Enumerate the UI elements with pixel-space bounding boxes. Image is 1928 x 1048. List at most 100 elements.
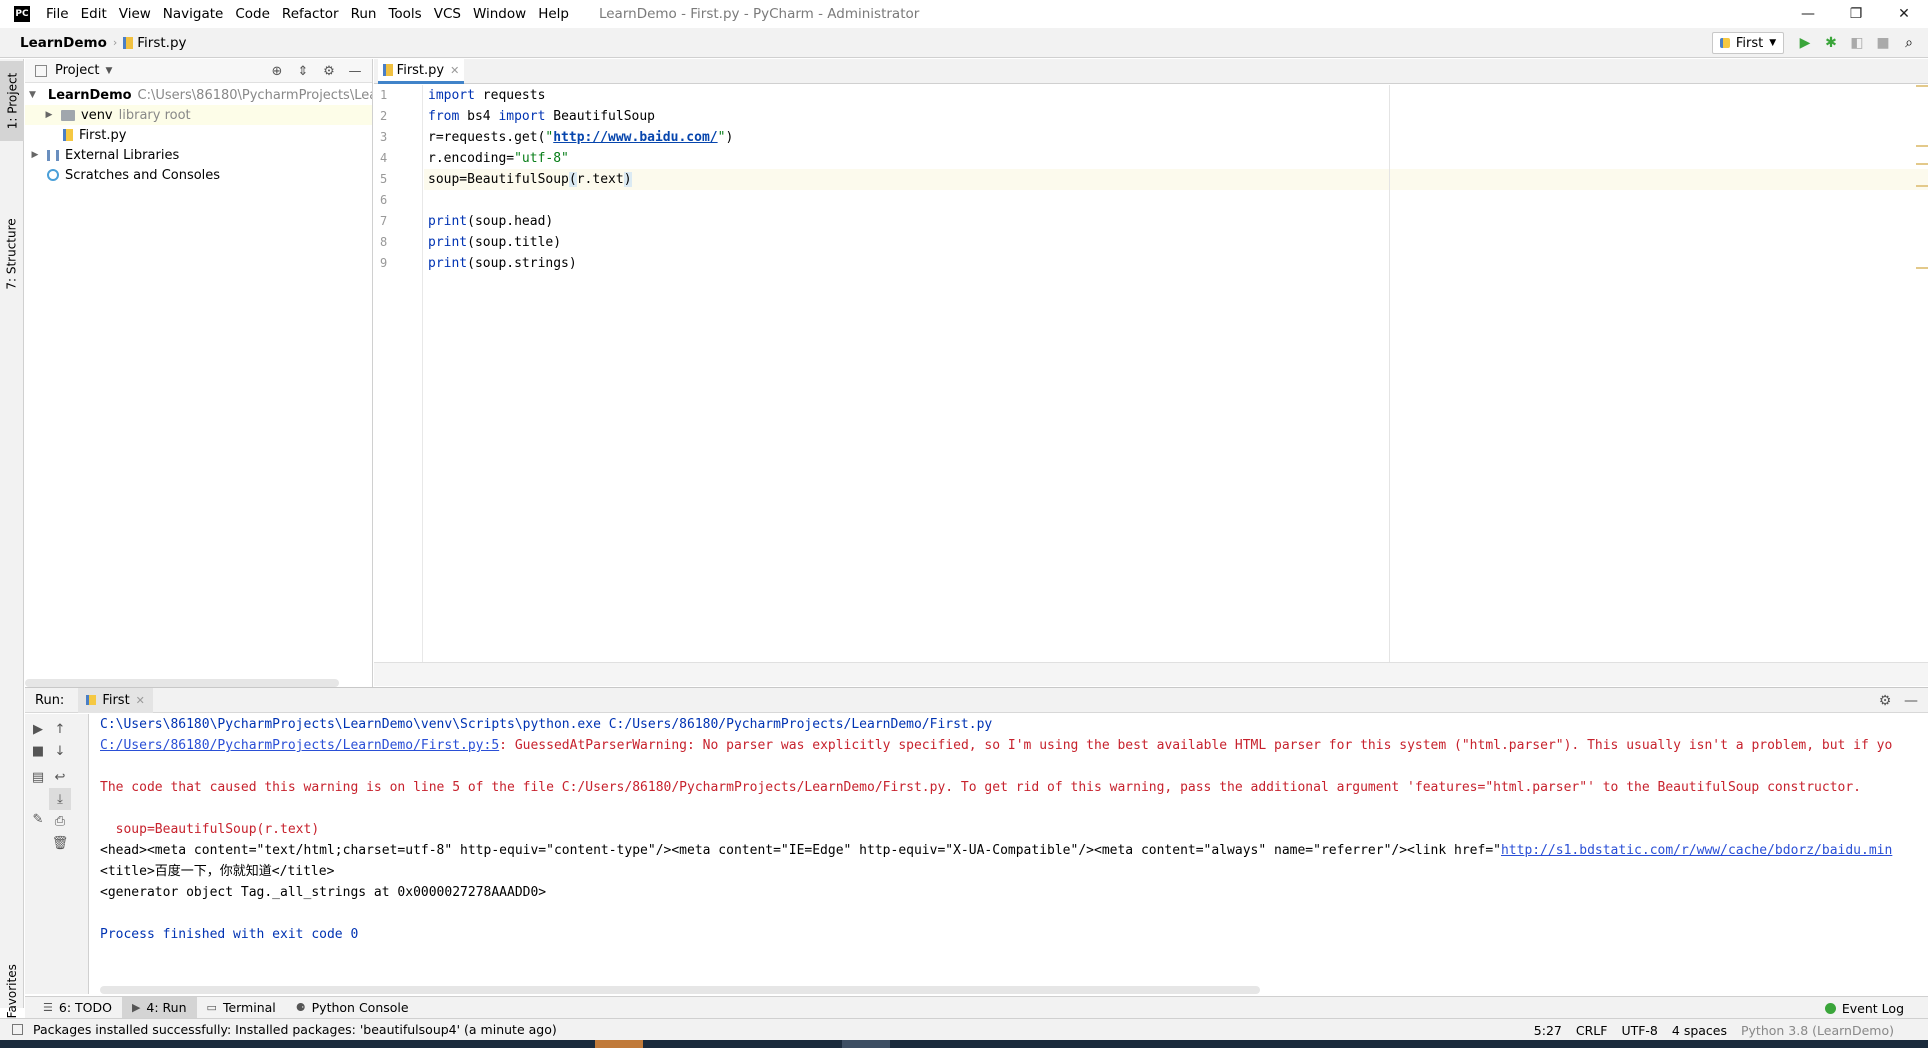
error-stripe-mark[interactable] <box>1916 185 1928 187</box>
code-line[interactable]: print(soup.head) <box>424 211 1928 232</box>
close-icon[interactable]: ✕ <box>136 694 145 707</box>
collapsed-arrow-icon[interactable]: ▶ <box>43 110 55 120</box>
breadcrumb-file[interactable]: First.py <box>137 35 186 51</box>
code-line[interactable] <box>424 190 1928 211</box>
expanded-arrow-icon[interactable]: ▼ <box>29 90 36 100</box>
scroll-to-end-icon[interactable]: ⤓ <box>49 788 71 810</box>
code-line[interactable]: from bs4 import BeautifulSoup <box>424 106 1928 127</box>
chevron-down-icon[interactable]: ▼ <box>105 66 112 76</box>
menu-tools[interactable]: Tools <box>382 0 427 28</box>
file-encoding[interactable]: UTF-8 <box>1621 1023 1657 1038</box>
code-text: (soup.strings) <box>467 256 577 271</box>
close-icon[interactable]: ✕ <box>450 64 459 77</box>
code-line[interactable]: r.encoding="utf-8" <box>424 148 1928 169</box>
run-configuration-select[interactable]: First ▼ <box>1712 32 1784 54</box>
code-text: requests <box>474 88 546 103</box>
tool-tab-todo[interactable]: ☰ 6: TODO <box>33 997 122 1019</box>
python-file-icon <box>382 64 393 76</box>
soft-wrap-icon[interactable]: ↩ <box>49 766 71 788</box>
scroll-up-icon[interactable]: ↑ <box>49 718 71 740</box>
tree-item-learndemo[interactable]: ▼ LearnDemo C:\Users\86180\PycharmProjec… <box>25 85 372 105</box>
tool-tab-python-console[interactable]: ⚈ Python Console <box>286 997 419 1019</box>
rerun-icon[interactable]: ▶ <box>27 718 49 740</box>
menu-file[interactable]: File <box>40 0 75 28</box>
code-line[interactable]: import requests <box>424 85 1928 106</box>
restore-button[interactable]: ❐ <box>1832 0 1880 28</box>
tree-item-label: venv <box>81 107 113 123</box>
tree-item-external-libraries[interactable]: ▶ External Libraries <box>25 145 372 165</box>
tree-item-venv[interactable]: ▶ venv library root <box>25 105 372 125</box>
collapsed-arrow-icon[interactable]: ▶ <box>29 150 41 160</box>
debug-icon[interactable]: ✱ <box>1818 35 1844 51</box>
minimize-button[interactable]: — <box>1784 0 1832 28</box>
run-icon[interactable]: ▶ <box>1792 35 1818 51</box>
console-output-line: <head><meta content="text/html;charset=u… <box>90 840 1928 861</box>
tree-item-path: C:\Users\86180\PycharmProjects\Learn <box>137 87 372 103</box>
code-editor[interactable]: import requests from bs4 import Beautifu… <box>424 85 1928 662</box>
menu-vcs[interactable]: VCS <box>428 0 467 28</box>
run-console[interactable]: C:\Users\86180\PycharmProjects\LearnDemo… <box>90 714 1928 994</box>
project-panel-title[interactable]: Project <box>55 63 99 78</box>
indent-setting[interactable]: 4 spaces <box>1672 1023 1727 1038</box>
breadcrumb-project[interactable]: LearnDemo <box>20 35 107 51</box>
taskbar-app[interactable] <box>842 1040 890 1048</box>
hide-panel-icon[interactable]: — <box>1898 693 1924 709</box>
error-stripe-mark[interactable] <box>1916 145 1928 147</box>
caret-position[interactable]: 5:27 <box>1534 1023 1562 1038</box>
url-literal[interactable]: http://www.baidu.com/ <box>553 130 717 145</box>
code-line[interactable]: r=requests.get("http://www.baidu.com/") <box>424 127 1928 148</box>
code-line[interactable]: print(soup.title) <box>424 232 1928 253</box>
keyword: import <box>498 109 546 124</box>
run-panel-tools: ⚙ — <box>1872 688 1924 714</box>
tool-tab-project[interactable]: 1: Project <box>0 61 24 141</box>
close-window-button[interactable]: ✕ <box>1880 0 1928 28</box>
menu-run[interactable]: Run <box>345 0 383 28</box>
stop-icon[interactable]: ■ <box>27 740 49 762</box>
console-file-link[interactable]: C:/Users/86180/PycharmProjects/LearnDemo… <box>100 738 499 753</box>
menu-code[interactable]: Code <box>229 0 276 28</box>
code-line-current[interactable]: soup=BeautifulSoup(r.text) <box>424 169 1928 190</box>
gear-icon[interactable]: ⚙ <box>1872 693 1898 709</box>
scroll-down-icon[interactable]: ↓ <box>49 740 71 762</box>
status-message[interactable]: Packages installed successfully: Install… <box>12 1022 557 1037</box>
menu-refactor[interactable]: Refactor <box>276 0 345 28</box>
tree-item-scratches[interactable]: Scratches and Consoles <box>25 165 372 185</box>
pin-icon[interactable]: ✎ <box>27 808 49 830</box>
code-line[interactable]: print(soup.strings) <box>424 253 1928 274</box>
menu-help[interactable]: Help <box>532 0 575 28</box>
gear-icon[interactable]: ⚙ <box>316 64 342 79</box>
taskbar-app-active[interactable] <box>595 1040 643 1048</box>
tool-tab-structure[interactable]: 7: Structure <box>0 209 24 299</box>
editor-tab-first-py[interactable]: First.py ✕ <box>378 59 464 84</box>
error-stripe-mark[interactable] <box>1916 85 1928 87</box>
menu-navigate[interactable]: Navigate <box>157 0 230 28</box>
error-stripe-mark[interactable] <box>1916 163 1928 165</box>
layout-icon[interactable]: ▤ <box>27 766 49 788</box>
event-log-button[interactable]: Event Log <box>1824 997 1904 1019</box>
console-horizontal-scrollbar[interactable] <box>100 986 1260 994</box>
search-icon[interactable]: ⌕ <box>1896 35 1922 51</box>
hide-panel-icon[interactable]: — <box>342 64 368 79</box>
menu-edit[interactable]: Edit <box>75 0 113 28</box>
line-separator[interactable]: CRLF <box>1576 1023 1608 1038</box>
print-icon[interactable]: ⎙ <box>49 810 71 832</box>
menu-view[interactable]: View <box>113 0 157 28</box>
project-horizontal-scrollbar[interactable] <box>25 679 339 687</box>
tree-item-first-py[interactable]: First.py <box>25 125 372 145</box>
editor-horizontal-scrollbar[interactable] <box>374 662 1928 686</box>
tool-tab-run[interactable]: ▶ 4: Run <box>121 996 197 1019</box>
menu-window[interactable]: Window <box>467 0 532 28</box>
trash-icon[interactable]: 🗑 <box>49 832 71 854</box>
run-tab-first[interactable]: First ✕ <box>78 687 153 713</box>
console-url-link[interactable]: http://s1.bdstatic.com/r/www/cache/bdorz… <box>1501 843 1892 858</box>
tool-tab-terminal[interactable]: ▭ Terminal <box>197 997 286 1019</box>
stop-icon[interactable]: ■ <box>1870 35 1896 51</box>
navigation-bar: LearnDemo › First.py First ▼ ▶ ✱ ◧ ■ ⌕ <box>0 28 1928 58</box>
error-stripe-mark[interactable] <box>1916 267 1928 269</box>
toggle-tool-windows-icon[interactable] <box>12 1024 23 1035</box>
collapse-all-icon[interactable]: ⇕ <box>290 64 316 79</box>
run-with-coverage-icon[interactable]: ◧ <box>1844 35 1870 51</box>
locate-file-icon[interactable]: ⊕ <box>264 64 290 79</box>
tool-tab-label: Terminal <box>222 1000 276 1015</box>
interpreter-selector[interactable]: Python 3.8 (LearnDemo) <box>1741 1023 1894 1038</box>
